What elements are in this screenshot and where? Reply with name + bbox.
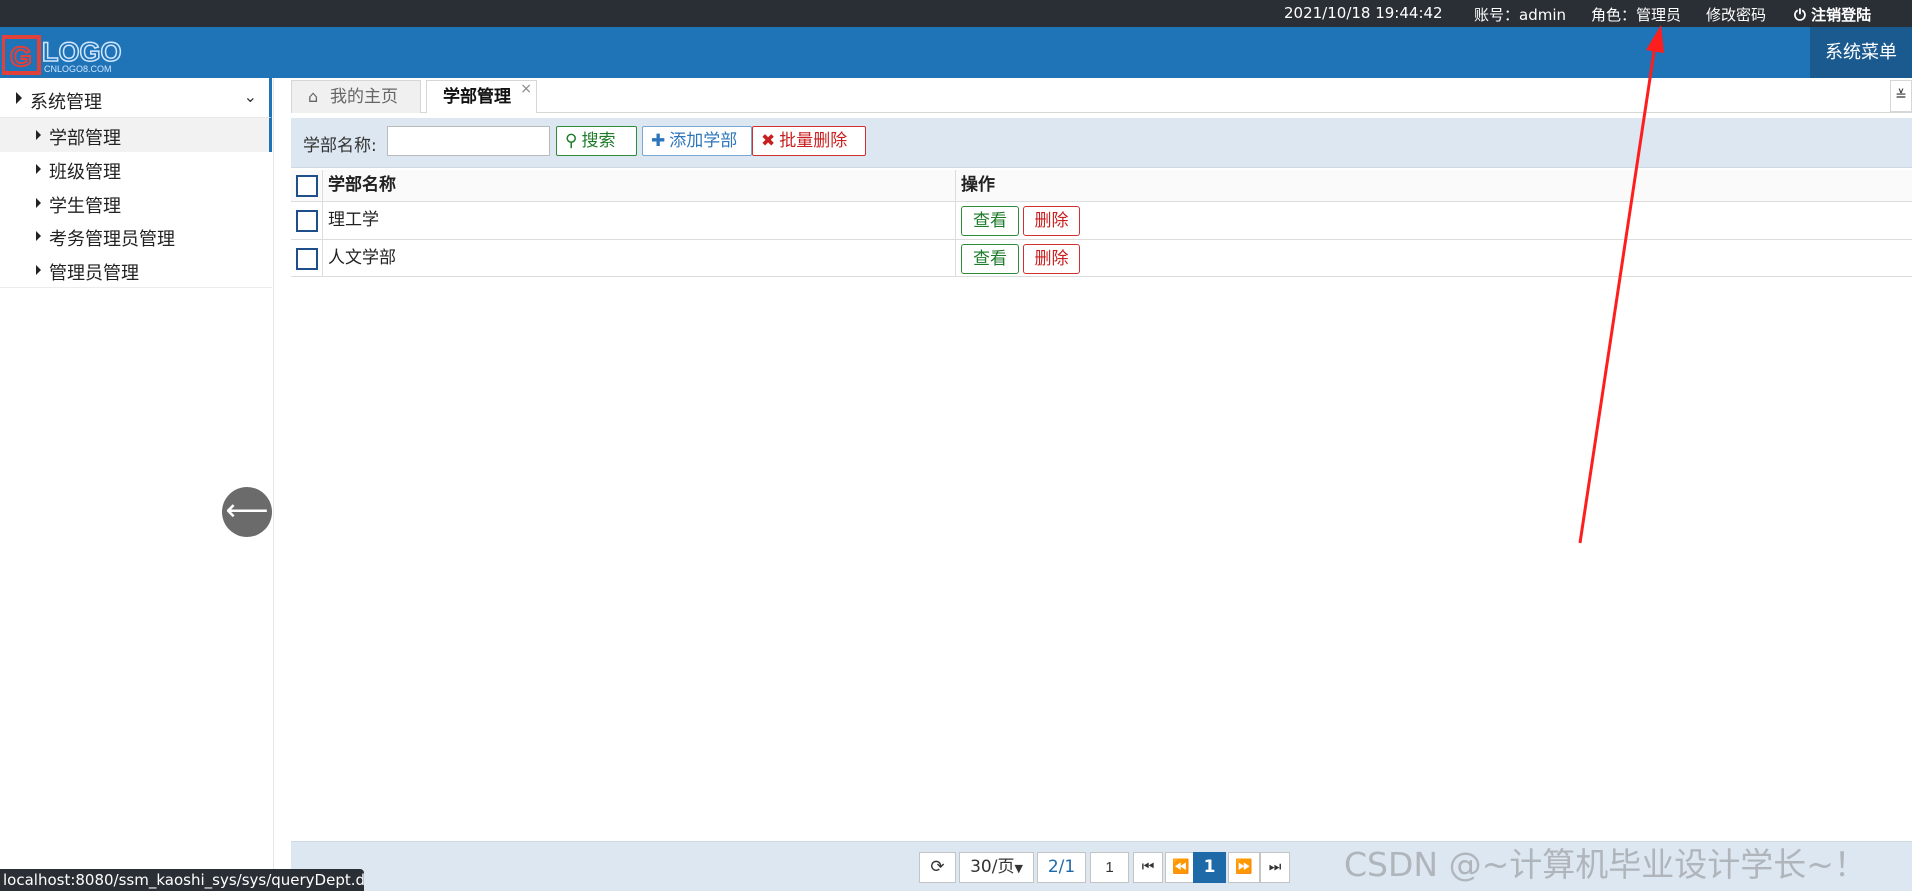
delete-button[interactable]: 删除 xyxy=(1023,206,1080,236)
row-checkbox-cell xyxy=(291,240,323,276)
add-department-label: 添加学部 xyxy=(669,131,738,151)
column-header-actions: 操作 xyxy=(961,175,995,195)
logo: G LOGO CNLOGO8.COM xyxy=(2,35,122,75)
search-toolbar: 学部名称: ⚲ 搜索 ✚ 添加学部 ✖ 批量删除 xyxy=(291,118,1912,168)
view-button[interactable]: 查看 xyxy=(961,206,1019,236)
caret-right-icon xyxy=(36,231,41,241)
sidebar-item-label: 考务管理员管理 xyxy=(49,229,175,250)
close-icon[interactable]: × xyxy=(520,73,532,105)
table-header: 学部名称 操作 xyxy=(291,170,1912,202)
search-button-label: 搜索 xyxy=(581,131,616,151)
plus-icon: ✚ xyxy=(651,131,666,151)
caret-down-icon: ▼ xyxy=(1014,862,1023,875)
page-size-value: 30/页 xyxy=(970,857,1015,877)
sidebar: 系统管理 ⌄ 学部管理 班级管理 学生管理 考务管理员管理 管理员管理 ⟵ xyxy=(0,78,274,891)
refresh-icon: ⟳ xyxy=(930,857,945,877)
role-info: 角色：管理员 xyxy=(1591,6,1682,24)
tab-bar: ⌂ 我的主页 学部管理 × ≚ xyxy=(291,78,1912,113)
tab-more-button[interactable]: ≚ xyxy=(1890,80,1912,112)
fast-forward-icon: ⏩ xyxy=(1235,859,1253,875)
chevron-down-icon: ⌄ xyxy=(243,87,257,106)
row-checkbox[interactable] xyxy=(296,248,318,270)
power-icon: ⏻ xyxy=(1794,6,1806,24)
actions-cell: 查看 删除 xyxy=(956,202,1912,239)
sidebar-item-admin[interactable]: 管理员管理 xyxy=(0,253,272,287)
caret-right-icon xyxy=(36,164,41,174)
refresh-button[interactable]: ⟳ xyxy=(919,852,956,883)
department-name-cell: 理工学 xyxy=(323,202,956,239)
page-jump-input[interactable] xyxy=(1090,852,1129,883)
logo-text: LOGO xyxy=(42,37,122,67)
batch-delete-button[interactable]: ✖ 批量删除 xyxy=(752,126,866,156)
caret-right-icon xyxy=(16,92,22,104)
row-checkbox-cell xyxy=(291,202,323,239)
svg-text:G: G xyxy=(10,41,32,72)
page-info: 2/1 xyxy=(1037,852,1086,883)
sidebar-item-class[interactable]: 班级管理 xyxy=(0,152,272,186)
row-checkbox[interactable] xyxy=(296,210,318,232)
caret-right-icon xyxy=(36,198,41,208)
sidebar-item-label: 学生管理 xyxy=(49,196,121,217)
logout-label: 注销登陆 xyxy=(1811,6,1872,24)
first-page-button[interactable]: ⏮ xyxy=(1133,852,1163,883)
sidebar-group-system[interactable]: 系统管理 ⌄ xyxy=(0,78,272,118)
tab-department[interactable]: 学部管理 × xyxy=(426,80,537,113)
column-header-name[interactable]: 学部名称 xyxy=(323,170,956,201)
datetime: 2021/10/18 19:44:42 xyxy=(1284,4,1443,22)
select-all-checkbox[interactable] xyxy=(296,175,318,197)
view-button[interactable]: 查看 xyxy=(961,244,1019,274)
system-menu-button[interactable]: 系统菜单 xyxy=(1810,27,1912,78)
first-page-icon: ⏮ xyxy=(1141,859,1155,875)
header-checkbox-cell xyxy=(291,170,323,201)
sidebar-item-department[interactable]: 学部管理 xyxy=(0,118,272,152)
batch-delete-label: 批量删除 xyxy=(779,131,848,151)
add-department-button[interactable]: ✚ 添加学部 xyxy=(642,126,752,156)
double-chevron-down-icon: ≚ xyxy=(1895,88,1907,104)
logout-link[interactable]: ⏻ 注销登陆 xyxy=(1794,4,1871,25)
last-page-icon: ⏭ xyxy=(1268,859,1282,875)
table-row: 人文学部 查看 删除 xyxy=(291,240,1912,277)
brand-bar: G LOGO CNLOGO8.COM 系统菜单 xyxy=(0,27,1912,78)
sidebar-item-exam-admin[interactable]: 考务管理员管理 xyxy=(0,219,272,253)
watermark: CSDN @~计算机毕业设计学长~！ xyxy=(1344,845,1867,884)
sidebar-group-label: 系统管理 xyxy=(30,92,102,113)
caret-right-icon xyxy=(36,130,41,140)
department-name-cell: 人文学部 xyxy=(323,240,956,276)
times-icon: ✖ xyxy=(761,131,776,151)
status-url: localhost:8080/ssm_kaoshi_sys/sys/queryD… xyxy=(0,869,364,891)
sidebar-item-label: 学部管理 xyxy=(49,128,121,149)
department-name-input[interactable] xyxy=(387,126,550,156)
tab-home-label: 我的主页 xyxy=(330,87,398,107)
tab-department-label: 学部管理 xyxy=(443,87,511,107)
page-size-select[interactable]: 30/页▼ xyxy=(959,852,1034,883)
sidebar-collapse-button[interactable]: ⟵ xyxy=(222,487,272,537)
sidebar-item-label: 班级管理 xyxy=(49,162,121,183)
last-page-button[interactable]: ⏭ xyxy=(1260,852,1290,883)
search-icon: ⚲ xyxy=(565,131,578,151)
top-bar: 2021/10/18 19:44:42 账号：admin 角色：管理员 修改密码… xyxy=(0,0,1912,27)
sidebar-item-label: 管理员管理 xyxy=(49,263,139,284)
logo-subtext: CNLOGO8.COM xyxy=(44,64,112,74)
next-page-button[interactable]: ⏩ xyxy=(1228,852,1260,883)
actions-cell: 查看 删除 xyxy=(956,240,1912,276)
account-info: 账号：admin xyxy=(1474,6,1566,24)
home-icon: ⌂ xyxy=(308,87,319,106)
rewind-icon: ⏪ xyxy=(1172,859,1190,875)
sidebar-item-student[interactable]: 学生管理 xyxy=(0,186,272,220)
search-button[interactable]: ⚲ 搜索 xyxy=(556,126,637,156)
tab-home[interactable]: ⌂ 我的主页 xyxy=(291,80,421,113)
sidebar-divider xyxy=(0,287,272,288)
delete-button[interactable]: 删除 xyxy=(1023,244,1080,274)
caret-right-icon xyxy=(36,265,41,275)
page-number-button[interactable]: 1 xyxy=(1193,852,1226,883)
arrow-left-icon: ⟵ xyxy=(225,493,269,528)
department-name-label: 学部名称: xyxy=(303,136,377,156)
table-row: 理工学 查看 删除 xyxy=(291,202,1912,240)
change-password-link[interactable]: 修改密码 xyxy=(1706,4,1766,25)
